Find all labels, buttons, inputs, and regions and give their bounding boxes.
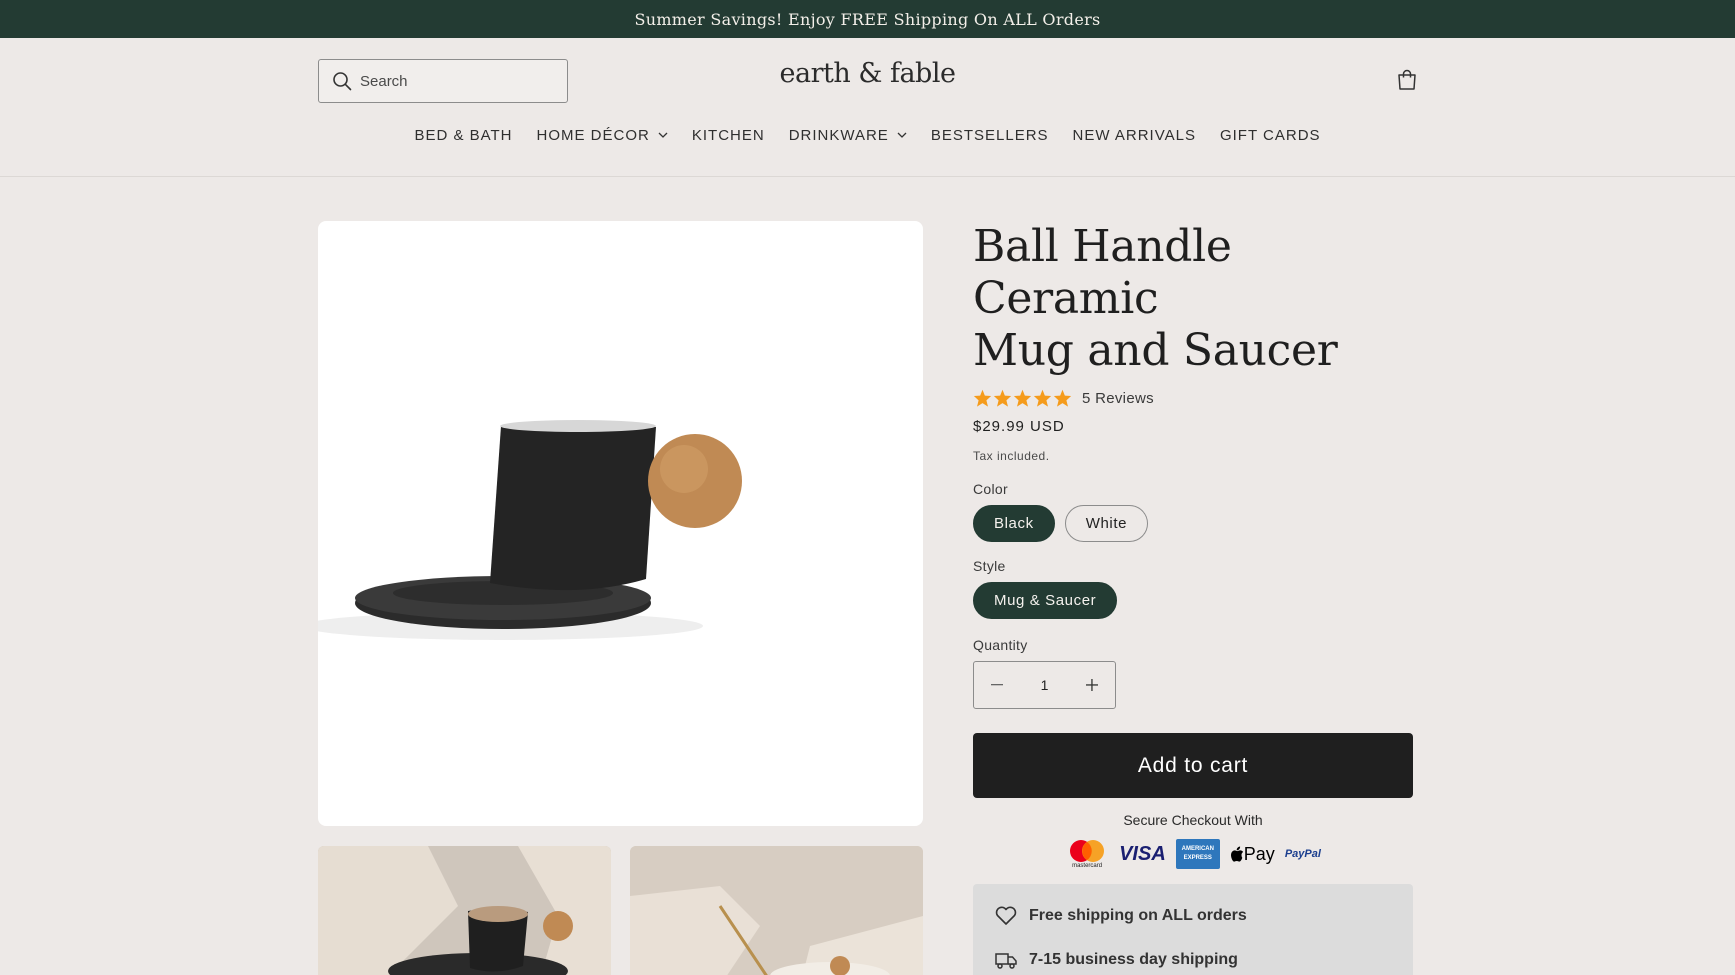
nav-label: HOME DÉCOR <box>536 126 650 144</box>
mastercard-icon: mastercard <box>1065 838 1109 870</box>
paypal-icon: PayPal <box>1284 848 1321 860</box>
benefit-free-shipping: Free shipping on ALL orders <box>995 902 1413 930</box>
star-icon <box>1053 389 1072 407</box>
product-thumbnail-2[interactable] <box>630 846 923 975</box>
nav-item-drinkware[interactable]: DRINKWARE <box>777 124 919 146</box>
add-to-cart-button[interactable]: Add to cart <box>973 733 1413 798</box>
plus-icon <box>1086 679 1098 691</box>
product-info: Ball Handle Ceramic Mug and Saucer 5 Revi… <box>973 221 1413 870</box>
amex-icon: AMERICAN EXPRESS <box>1175 839 1220 869</box>
site-logo[interactable]: earth & fable <box>780 58 956 89</box>
nav-label: BESTSELLERS <box>930 126 1049 144</box>
benefit-text: Free shipping on ALL orders <box>1029 907 1247 924</box>
apple-icon <box>1230 846 1243 862</box>
search-input[interactable] <box>360 72 550 90</box>
benefit-text: 7-15 business day shipping <box>1029 951 1238 968</box>
chevron-down-icon <box>897 132 907 138</box>
cart-icon <box>1398 69 1416 90</box>
title-line: Mug and Saucer <box>973 325 1338 376</box>
star-icon <box>1033 389 1052 407</box>
color-option-black[interactable]: Black <box>973 505 1055 542</box>
benefits-panel: Free shipping on ALL orders 7-15 busines… <box>973 884 1413 975</box>
nav-label: NEW ARRIVALS <box>1072 126 1196 144</box>
tax-note: Tax included. <box>973 449 1050 463</box>
thumbnail-image <box>318 846 611 975</box>
nav-item-gift-cards[interactable]: GIFT CARDS <box>1208 124 1333 146</box>
apple-pay-label: Pay <box>1243 843 1275 864</box>
style-option-group: Style Mug & Saucer <box>973 558 1413 619</box>
quantity-increase-button[interactable] <box>1069 662 1115 708</box>
apple-pay-icon: Pay <box>1230 844 1275 865</box>
product-thumbnail-1[interactable] <box>318 846 611 975</box>
nav-item-bed-bath[interactable]: BED & BATH <box>402 124 524 146</box>
logo-container: earth & fable <box>0 58 1735 89</box>
mastercard-label: mastercard <box>1072 863 1103 869</box>
chevron-down-icon <box>658 132 668 138</box>
main-nav: BED & BATH HOME DÉCOR KITCHEN DRINKWARE … <box>0 124 1735 146</box>
star-icon <box>993 389 1012 407</box>
minus-icon <box>991 684 1003 686</box>
product-title: Ball Handle Ceramic Mug and Saucer <box>973 221 1413 377</box>
nav-label: BED & BATH <box>414 126 513 144</box>
cart-button[interactable] <box>1395 68 1419 92</box>
payment-methods: mastercard VISA AMERICAN EXPRESS Pay Pay… <box>973 838 1413 870</box>
mug-saucer-illustration <box>318 420 742 640</box>
search-field[interactable] <box>318 59 568 103</box>
quantity-label: Quantity <box>973 637 1028 653</box>
quantity-stepper: 1 <box>973 661 1116 709</box>
announcement-bar: Summer Savings! Enjoy FREE Shipping On A… <box>0 0 1735 38</box>
nav-item-new-arrivals[interactable]: NEW ARRIVALS <box>1061 124 1208 146</box>
review-count[interactable]: 5 Reviews <box>1082 390 1154 407</box>
star-rating <box>973 389 1072 407</box>
thumbnail-image <box>630 846 923 975</box>
nav-label: KITCHEN <box>691 126 765 144</box>
nav-item-bestsellers[interactable]: BESTSELLERS <box>919 124 1061 146</box>
star-icon <box>1013 389 1032 407</box>
product-price: $29.99 USD <box>973 418 1065 435</box>
visa-icon: VISA <box>1119 842 1166 865</box>
announcement-text: Summer Savings! Enjoy FREE Shipping On A… <box>634 9 1101 29</box>
heart-icon <box>995 906 1017 925</box>
secure-checkout-label: Secure Checkout With <box>1123 812 1263 828</box>
nav-item-kitchen[interactable]: KITCHEN <box>680 124 777 146</box>
benefit-shipping-time: 7-15 business day shipping <box>995 946 1413 974</box>
product-rating[interactable]: 5 Reviews <box>973 387 1413 409</box>
color-label: Color <box>973 481 1008 497</box>
title-line: Ball Handle Ceramic <box>973 221 1232 324</box>
quantity-group: Quantity 1 <box>973 637 1413 709</box>
truck-icon <box>995 953 1017 969</box>
color-option-group: Color Black White <box>973 481 1413 542</box>
quantity-input[interactable]: 1 <box>1025 677 1065 693</box>
star-icon <box>973 389 992 407</box>
search-icon <box>333 72 352 91</box>
product-main-image[interactable] <box>318 221 923 826</box>
nav-label: DRINKWARE <box>788 126 889 144</box>
nav-label: GIFT CARDS <box>1219 126 1321 144</box>
quantity-decrease-button[interactable] <box>974 662 1020 708</box>
nav-item-home-decor[interactable]: HOME DÉCOR <box>525 124 680 146</box>
site-header: earth & fable BED & BATH HOME DÉCOR KITC… <box>0 38 1735 177</box>
style-label: Style <box>973 558 1006 574</box>
style-option-mug-saucer[interactable]: Mug & Saucer <box>973 582 1118 619</box>
color-option-white[interactable]: White <box>1064 505 1149 542</box>
